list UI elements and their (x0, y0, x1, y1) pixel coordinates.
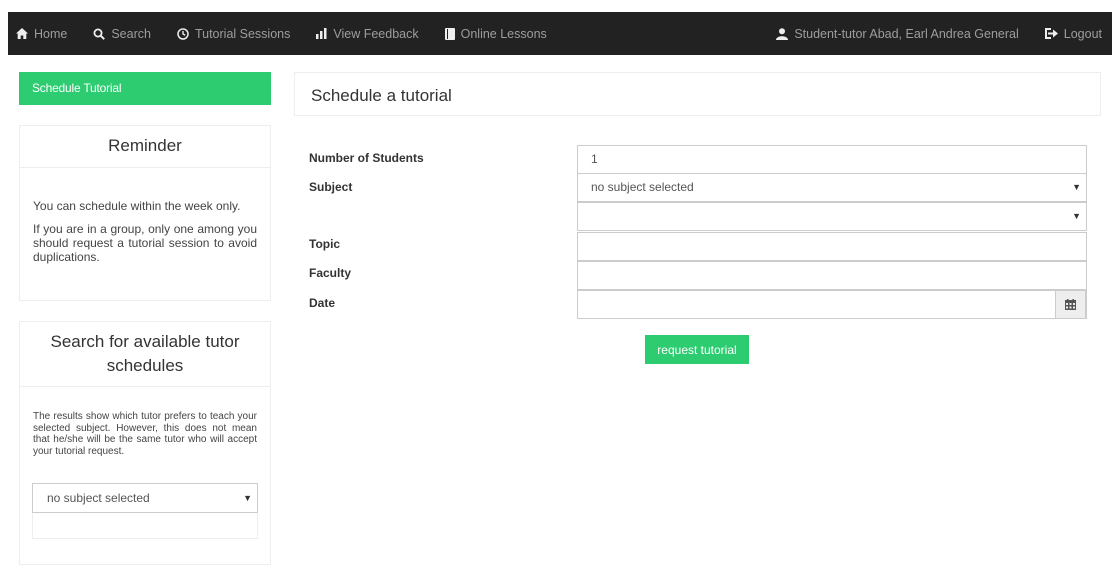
subject-select[interactable]: no subject selected ▼ (577, 173, 1087, 202)
nav-home-label: Home (34, 26, 68, 41)
nav-view-feedback-label: View Feedback (333, 26, 419, 41)
user-icon (776, 27, 789, 40)
nav-user[interactable]: Student-tutor Abad, Earl Andrea General (776, 12, 1019, 55)
main-header: Schedule a tutorial (294, 72, 1101, 116)
reminder-panel: Reminder You can schedule within the wee… (19, 125, 271, 301)
nav-user-label: Student-tutor Abad, Earl Andrea General (794, 26, 1019, 41)
nav-online-lessons[interactable]: Online Lessons (444, 12, 547, 55)
chevron-down-icon: ▼ (1072, 182, 1081, 192)
tutor-search-title: Search for available tutor schedules (20, 322, 270, 387)
tutor-subject-select[interactable]: no subject selected ▼ (32, 483, 258, 513)
chevron-down-icon: ▼ (1072, 211, 1081, 221)
reminder-text-2: If you are in a group, only one among yo… (33, 222, 257, 264)
nav-logout[interactable]: Logout (1044, 12, 1102, 55)
nav-search[interactable]: Search (93, 12, 151, 55)
calendar-icon (1065, 299, 1076, 310)
tutor-subject-select-value: no subject selected (47, 491, 150, 505)
home-icon (16, 28, 28, 39)
reminder-title: Reminder (20, 126, 270, 168)
reminder-body: You can schedule within the week only. I… (20, 168, 270, 264)
navbar-bar: Home Search Tutorial Sessions View Feedb… (8, 12, 1112, 55)
nav-search-label: Search (111, 26, 151, 41)
logout-icon (1044, 28, 1058, 39)
book-icon (444, 27, 455, 40)
request-tutorial-button[interactable]: request tutorial (645, 335, 749, 364)
faculty-input[interactable] (577, 261, 1087, 290)
nav-home[interactable]: Home (16, 12, 67, 55)
subject-label: Subject (309, 180, 353, 194)
nav-tutorial-sessions[interactable]: Tutorial Sessions (177, 12, 290, 55)
nav-logout-label: Logout (1063, 26, 1102, 41)
page-title: Schedule a tutorial (311, 86, 452, 105)
nav-online-lessons-label: Online Lessons (460, 26, 547, 41)
clock-icon (177, 27, 189, 40)
date-label: Date (309, 296, 336, 310)
reminder-text-1: You can schedule within the week only. (33, 199, 241, 213)
students-label: Number of Students (309, 151, 424, 165)
nav-left-group: Home Search Tutorial Sessions View Feedb… (8, 12, 547, 55)
nav-right-group: Student-tutor Abad, Earl Andrea General … (776, 12, 1112, 55)
top-navbar: Home Search Tutorial Sessions View Feedb… (0, 0, 1112, 56)
topic-input[interactable] (577, 232, 1087, 261)
calendar-button[interactable] (1055, 290, 1086, 319)
tutor-results-area (32, 513, 258, 539)
topic-label: Topic (309, 237, 341, 251)
subject-select-value: no subject selected (591, 180, 694, 194)
students-input[interactable]: 1 (577, 145, 1087, 174)
date-input[interactable] (577, 290, 1087, 319)
schedule-tutorial-button[interactable]: Schedule Tutorial (19, 72, 271, 105)
sub-subject-select[interactable]: ▼ (577, 202, 1087, 231)
nav-tutorial-sessions-label: Tutorial Sessions (194, 26, 291, 41)
tutor-search-panel: Search for available tutor schedules The… (19, 321, 271, 565)
sidebar: Schedule Tutorial Reminder You can sched… (19, 72, 271, 565)
search-icon (93, 28, 106, 40)
chevron-down-icon: ▼ (243, 493, 252, 503)
students-input-value: 1 (591, 152, 598, 166)
bar-chart-icon (316, 28, 327, 39)
faculty-label: Faculty (309, 266, 352, 280)
tutor-search-text: The results show which tutor prefers to … (33, 411, 257, 457)
nav-view-feedback[interactable]: View Feedback (316, 12, 419, 55)
